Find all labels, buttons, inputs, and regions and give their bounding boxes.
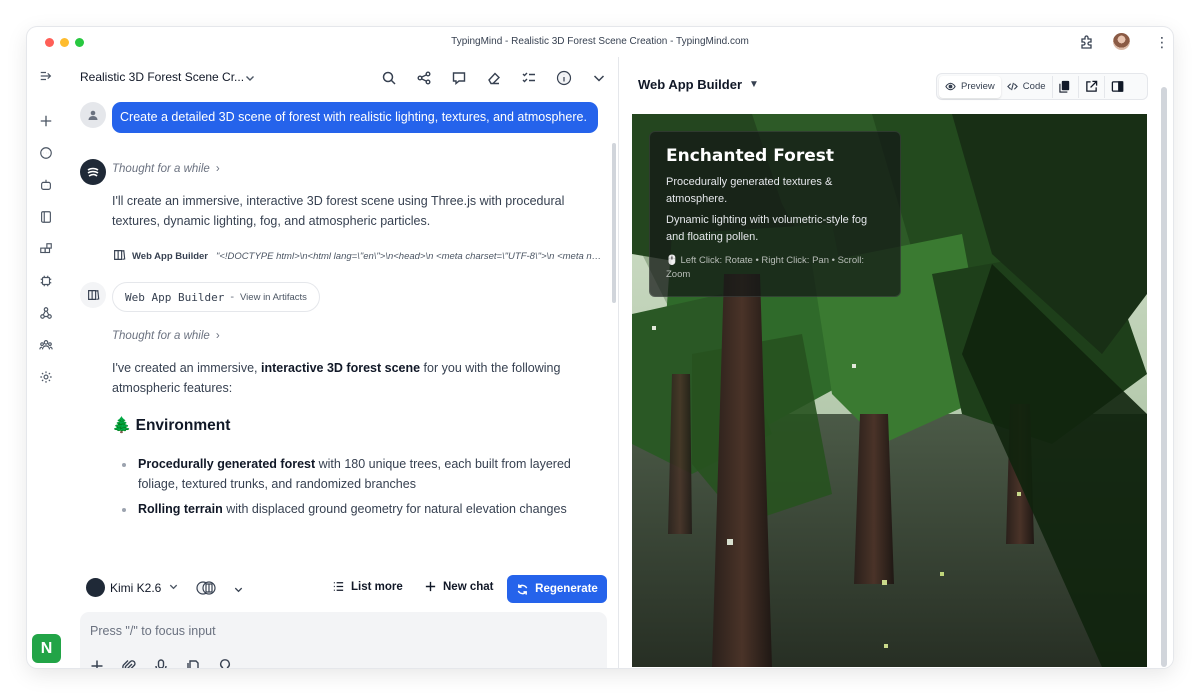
regenerate-button[interactable]: Regenerate bbox=[507, 575, 607, 603]
overlay-title: Enchanted Forest bbox=[666, 146, 834, 166]
plus-icon[interactable] bbox=[89, 658, 105, 668]
chevron-down-icon[interactable] bbox=[244, 71, 256, 83]
thought-toggle[interactable]: Thought for a while › bbox=[112, 163, 220, 175]
assistant-reply: I've created an immersive, interactive 3… bbox=[112, 361, 561, 395]
plugin-selector[interactable] bbox=[195, 580, 244, 601]
more-vertical-icon[interactable]: ⋮ bbox=[1155, 34, 1169, 50]
chat-icon[interactable] bbox=[37, 144, 55, 162]
artifact-panel-title[interactable]: Web App Builder ▼ bbox=[638, 77, 759, 92]
prompts-icon[interactable] bbox=[37, 208, 55, 226]
list-item: Procedurally generated forest with 180 u… bbox=[112, 455, 602, 494]
artifact-sep: - bbox=[230, 291, 235, 303]
team-icon[interactable] bbox=[37, 336, 55, 354]
user-message: Create a detailed 3D scene of forest wit… bbox=[112, 102, 598, 133]
tab-preview[interactable]: Preview bbox=[939, 75, 1001, 98]
model-selector[interactable]: Kimi K2.6 bbox=[86, 578, 179, 597]
toggle-panel-icon[interactable] bbox=[1103, 75, 1130, 98]
chevron-right-icon: › bbox=[215, 330, 220, 342]
checklist-icon[interactable] bbox=[521, 70, 537, 86]
collapse-sidebar-icon[interactable] bbox=[37, 67, 55, 85]
search-icon[interactable] bbox=[381, 70, 397, 86]
tool-call[interactable]: Web App Builder "<!DOCTYPE html>\n<html … bbox=[112, 248, 602, 265]
microphone-icon[interactable] bbox=[153, 658, 169, 668]
plugins-icon bbox=[195, 580, 225, 601]
feature-list: Procedurally generated forest with 180 u… bbox=[112, 455, 602, 526]
input-placeholder: Press "/" to focus input bbox=[90, 624, 216, 638]
artifact-pill[interactable]: Web App Builder - View in Artifacts bbox=[112, 282, 320, 312]
title-bar: TypingMind - Realistic 3D Forest Scene C… bbox=[27, 27, 1173, 57]
open-external-icon[interactable] bbox=[1077, 75, 1104, 98]
app-logo[interactable]: N bbox=[32, 634, 61, 663]
eraser-icon[interactable] bbox=[486, 70, 502, 86]
chat-header: Realistic 3D Forest Scene Cr... bbox=[67, 57, 618, 101]
chat-column: Realistic 3D Forest Scene Cr... Create a… bbox=[67, 57, 618, 668]
comment-icon[interactable] bbox=[451, 70, 467, 86]
agents-icon[interactable] bbox=[37, 176, 55, 194]
info-icon[interactable] bbox=[556, 70, 572, 86]
left-rail: N bbox=[27, 57, 67, 668]
chevron-down-icon[interactable] bbox=[591, 70, 607, 86]
artifact-avatar bbox=[80, 282, 106, 308]
models-icon[interactable] bbox=[37, 272, 55, 290]
app-preview-canvas[interactable]: Enchanted Forest Procedurally generated … bbox=[632, 114, 1147, 667]
tool-code: "<!DOCTYPE html>\n<html lang=\"en\">\n<h… bbox=[216, 251, 602, 262]
view-tabs: Preview Code bbox=[936, 73, 1148, 100]
kb-icon[interactable] bbox=[37, 304, 55, 322]
avatar[interactable] bbox=[1113, 33, 1130, 50]
list-item: Rolling terrain with displaced ground ge… bbox=[112, 500, 602, 520]
model-logo-icon bbox=[86, 578, 105, 597]
artifact-panel: Web App Builder ▼ Preview Code Enchanted… bbox=[619, 57, 1173, 668]
info-overlay: Enchanted Forest Procedurally generated … bbox=[649, 131, 901, 297]
thought-toggle[interactable]: Thought for a while › bbox=[112, 330, 220, 342]
artifact-name: Web App Builder bbox=[125, 290, 225, 304]
overlay-text: Procedurally generated textures & atmosp… bbox=[666, 176, 833, 205]
copy-icon[interactable] bbox=[1051, 75, 1078, 98]
chat-scrollbar[interactable] bbox=[612, 143, 616, 303]
book-icon bbox=[112, 248, 126, 265]
list-more-button[interactable]: List more bbox=[332, 580, 403, 593]
plus-icon[interactable] bbox=[37, 112, 55, 130]
app-window: TypingMind - Realistic 3D Forest Scene C… bbox=[27, 27, 1173, 668]
assistant-avatar bbox=[80, 159, 106, 185]
settings-icon[interactable] bbox=[37, 368, 55, 386]
chevron-down-icon bbox=[168, 581, 179, 595]
view-in-artifacts-link[interactable]: View in Artifacts bbox=[240, 292, 307, 303]
tool-name: Web App Builder bbox=[132, 251, 208, 262]
chat-title[interactable]: Realistic 3D Forest Scene Cr... bbox=[80, 70, 244, 84]
overlay-controls: 🖱️ Left Click: Rotate • Right Click: Pan… bbox=[666, 255, 864, 280]
lightbulb-icon[interactable] bbox=[217, 658, 233, 668]
message-input[interactable]: Press "/" to focus input bbox=[80, 612, 607, 668]
chevron-down-icon: ▼ bbox=[749, 79, 759, 90]
chevron-right-icon: › bbox=[215, 163, 220, 175]
overlay-text: Dynamic lighting with volumetric-style f… bbox=[666, 214, 868, 243]
share-icon[interactable] bbox=[416, 70, 432, 86]
tree-icon: 🌲 bbox=[112, 417, 132, 434]
window-title: TypingMind - Realistic 3D Forest Scene C… bbox=[451, 36, 749, 47]
new-chat-button[interactable]: New chat bbox=[424, 580, 494, 593]
tab-code[interactable]: Code bbox=[1001, 76, 1052, 98]
copy-prompts-icon[interactable] bbox=[185, 658, 201, 668]
panel-scrollbar[interactable] bbox=[1161, 87, 1167, 667]
user-avatar bbox=[80, 102, 106, 128]
section-heading: 🌲 Environment bbox=[112, 417, 231, 434]
chevron-down-icon bbox=[233, 582, 244, 600]
paperclip-icon[interactable] bbox=[121, 658, 137, 668]
extension-icon[interactable] bbox=[1079, 34, 1095, 50]
assistant-reply: I'll create an immersive, interactive 3D… bbox=[112, 194, 565, 228]
composer-toolbar: Kimi K2.6 List more New chat Regenerate bbox=[67, 571, 618, 607]
plugins-icon[interactable] bbox=[37, 240, 55, 258]
